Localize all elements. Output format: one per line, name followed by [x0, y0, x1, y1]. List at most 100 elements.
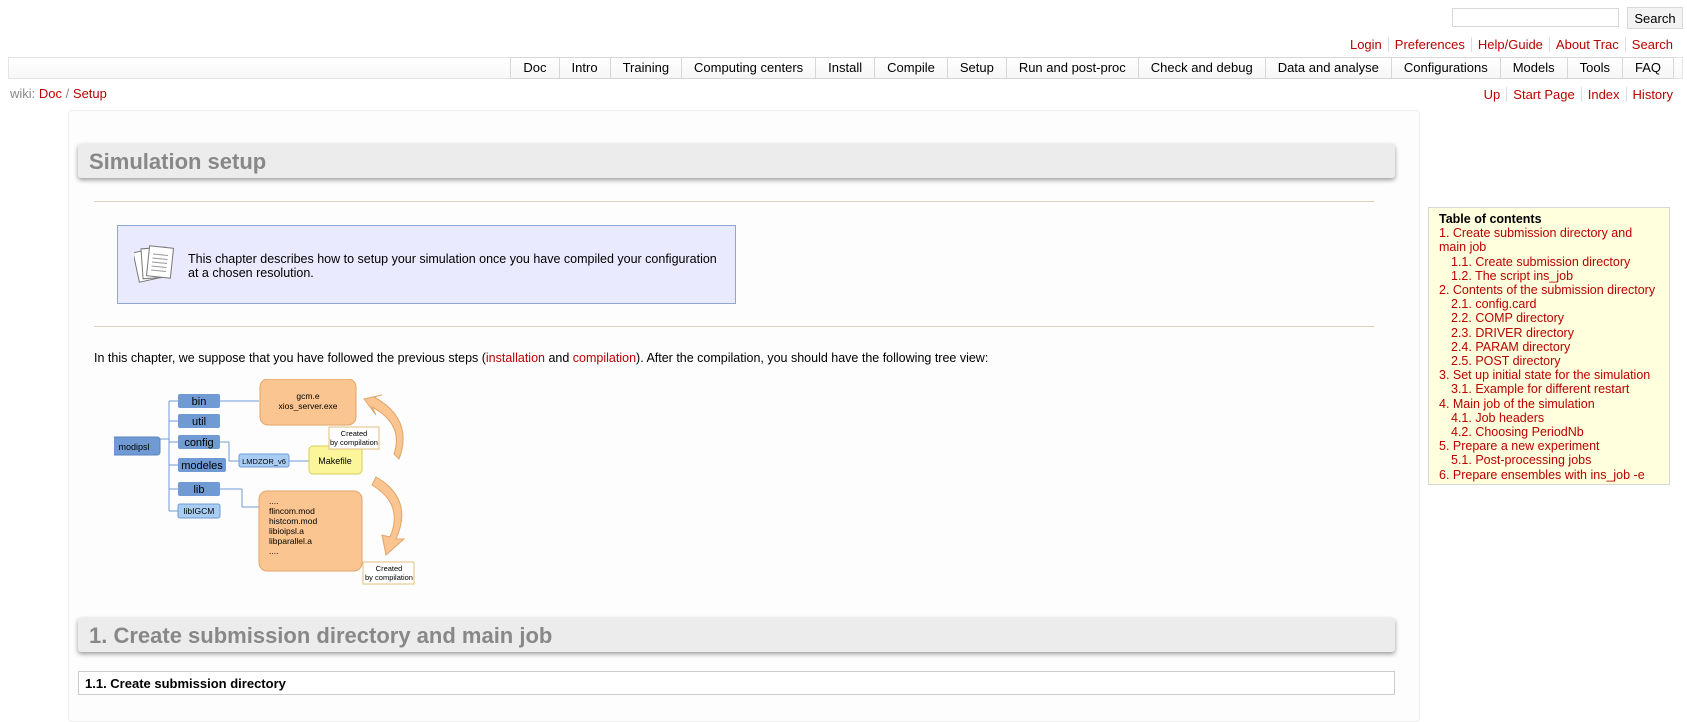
bin-file: gcm.e	[296, 391, 319, 401]
nav-doc[interactable]: Doc	[510, 57, 559, 79]
toc-link[interactable]: 1.2. The script ins_job	[1451, 269, 1573, 283]
installation-link[interactable]: installation	[486, 351, 545, 365]
toc-link[interactable]: 2.5. POST directory	[1451, 354, 1561, 368]
toc-item: 2.5. POST directory	[1439, 354, 1659, 368]
dir-lib-label: lib	[193, 484, 204, 496]
toc-link[interactable]: 2.3. DRIVER directory	[1451, 326, 1574, 340]
divider	[94, 326, 1374, 327]
toc-link[interactable]: 4.2. Choosing PeriodNb	[1451, 425, 1584, 439]
documents-icon	[132, 242, 178, 289]
toc-link[interactable]: 6. Prepare ensembles with ins_job -e	[1439, 468, 1645, 482]
compilation-link[interactable]: compilation	[573, 351, 636, 365]
start-page-link[interactable]: Start Page	[1513, 87, 1574, 102]
modipsl-label: modipsl	[118, 442, 149, 452]
toc-link[interactable]: 5.1. Post-processing jobs	[1451, 453, 1591, 467]
nav-install[interactable]: Install	[815, 57, 875, 79]
section-1-title: 1. Create submission directory and main …	[89, 623, 553, 648]
nav-data-and-analyse[interactable]: Data and analyse	[1264, 57, 1391, 79]
nav-models[interactable]: Models	[1499, 57, 1567, 79]
bin-file: xios_server.exe	[278, 401, 337, 411]
toc-list: 1. Create submission directory and main …	[1439, 226, 1659, 482]
nav-training[interactable]: Training	[609, 57, 682, 79]
toc-item: 2.1. config.card	[1439, 297, 1659, 311]
lib-file: libparallel.a	[269, 536, 312, 546]
toc-link[interactable]: 1. Create submission directory and main …	[1439, 226, 1632, 254]
toc-link[interactable]: 1.1. Create submission directory	[1451, 255, 1630, 269]
breadcrumb-setup[interactable]: Setup	[73, 86, 107, 101]
toc-link[interactable]: 5. Prepare a new experiment	[1439, 439, 1600, 453]
toc-item: 2. Contents of the submission directory	[1439, 283, 1659, 297]
nav-setup[interactable]: Setup	[946, 57, 1006, 79]
toc-item: 2.4. PARAM directory	[1439, 340, 1659, 354]
search-link[interactable]: Search	[1632, 37, 1673, 52]
intro-text: ). After the compilation, you should hav…	[636, 351, 989, 365]
toc-title: Table of contents	[1439, 212, 1542, 226]
toc-item: 1.1. Create submission directory	[1439, 255, 1659, 269]
toc-link[interactable]: 4.1. Job headers	[1451, 411, 1544, 425]
preferences-link[interactable]: Preferences	[1395, 37, 1465, 52]
created-note-line: by compilation	[365, 573, 413, 582]
index-link[interactable]: Index	[1588, 87, 1620, 102]
nav-intro[interactable]: Intro	[558, 57, 610, 79]
about-trac-link[interactable]: About Trac	[1556, 37, 1619, 52]
created-note-line: Created	[376, 564, 403, 573]
toc-link[interactable]: 2.1. config.card	[1451, 297, 1536, 311]
dir-util-label: util	[192, 416, 206, 428]
search-input[interactable]	[1452, 8, 1619, 27]
makefile-label: Makefile	[318, 456, 352, 466]
nav-tools[interactable]: Tools	[1566, 57, 1622, 79]
page-title-bar: Simulation setup	[78, 144, 1395, 178]
intro-text: and	[544, 351, 573, 365]
breadcrumb-prefix: wiki:	[10, 86, 36, 101]
toc-link[interactable]: 3.1. Example for different restart	[1451, 382, 1629, 396]
main-navigation: Doc Intro Training Computing centers Ins…	[8, 57, 1683, 79]
search-button[interactable]: Search	[1627, 7, 1683, 29]
toc-item: 6. Prepare ensembles with ins_job -e	[1439, 468, 1659, 482]
lib-file: flincom.mod	[269, 506, 315, 516]
toc-item: 4.2. Choosing PeriodNb	[1439, 425, 1659, 439]
nav-compile[interactable]: Compile	[874, 57, 947, 79]
nav-configurations[interactable]: Configurations	[1390, 57, 1500, 79]
toc-item: 5. Prepare a new experiment	[1439, 439, 1659, 453]
section-1-1-title: 1.1. Create submission directory	[85, 676, 286, 691]
breadcrumb: wiki: Doc / Setup	[10, 86, 107, 101]
history-link[interactable]: History	[1633, 87, 1673, 102]
breadcrumb-separator: /	[65, 86, 70, 101]
lib-file: libioipsl.a	[269, 526, 304, 536]
lib-file: ....	[269, 496, 278, 506]
context-navigation: Up Start Page Index History	[1478, 87, 1679, 102]
login-link[interactable]: Login	[1350, 37, 1382, 52]
toc-item: 1.2. The script ins_job	[1439, 269, 1659, 283]
info-note: This chapter describes how to setup your…	[117, 225, 736, 304]
toc-item: 2.2. COMP directory	[1439, 311, 1659, 325]
dir-libigcm-label: libIGCM	[184, 506, 215, 516]
section-1-bar: 1. Create submission directory and main …	[78, 618, 1395, 652]
created-note-line: Created	[341, 429, 368, 438]
dir-bin-label: bin	[192, 396, 207, 408]
lmdzor-label: LMDZOR_v6	[242, 457, 286, 466]
toc-link[interactable]: 4. Main job of the simulation	[1439, 397, 1595, 411]
note-text: This chapter describes how to setup your…	[188, 252, 717, 280]
page-title: Simulation setup	[89, 149, 267, 174]
meta-navigation: Login Preferences Help/Guide About Trac Sear…	[1344, 37, 1679, 52]
section-1-1-bar: 1.1. Create submission directory	[78, 671, 1395, 695]
toc-link[interactable]: 2.4. PARAM directory	[1451, 340, 1570, 354]
up-link[interactable]: Up	[1484, 87, 1501, 102]
intro-paragraph: In this chapter, we suppose that you hav…	[94, 351, 988, 365]
nav-faq[interactable]: FAQ	[1621, 57, 1674, 79]
breadcrumb-doc[interactable]: Doc	[39, 86, 62, 101]
nav-run-and-post-proc[interactable]: Run and post-proc	[1005, 57, 1138, 79]
toc-item: 5.1. Post-processing jobs	[1439, 453, 1659, 467]
intro-text: In this chapter, we suppose that you hav…	[94, 351, 486, 365]
dir-config-label: config	[184, 437, 213, 449]
toc-link[interactable]: 2.2. COMP directory	[1451, 311, 1564, 325]
nav-computing-centers[interactable]: Computing centers	[681, 57, 816, 79]
toc-link[interactable]: 3. Set up initial state for the simulati…	[1439, 368, 1650, 382]
toc-item: 4.1. Job headers	[1439, 411, 1659, 425]
toc-item: 3.1. Example for different restart	[1439, 382, 1659, 396]
toc-link[interactable]: 2. Contents of the submission directory	[1439, 283, 1655, 297]
help-guide-link[interactable]: Help/Guide	[1478, 37, 1543, 52]
lib-file: histcom.mod	[269, 516, 317, 526]
curved-arrow-icon	[371, 476, 406, 556]
nav-check-and-debug[interactable]: Check and debug	[1137, 57, 1265, 79]
